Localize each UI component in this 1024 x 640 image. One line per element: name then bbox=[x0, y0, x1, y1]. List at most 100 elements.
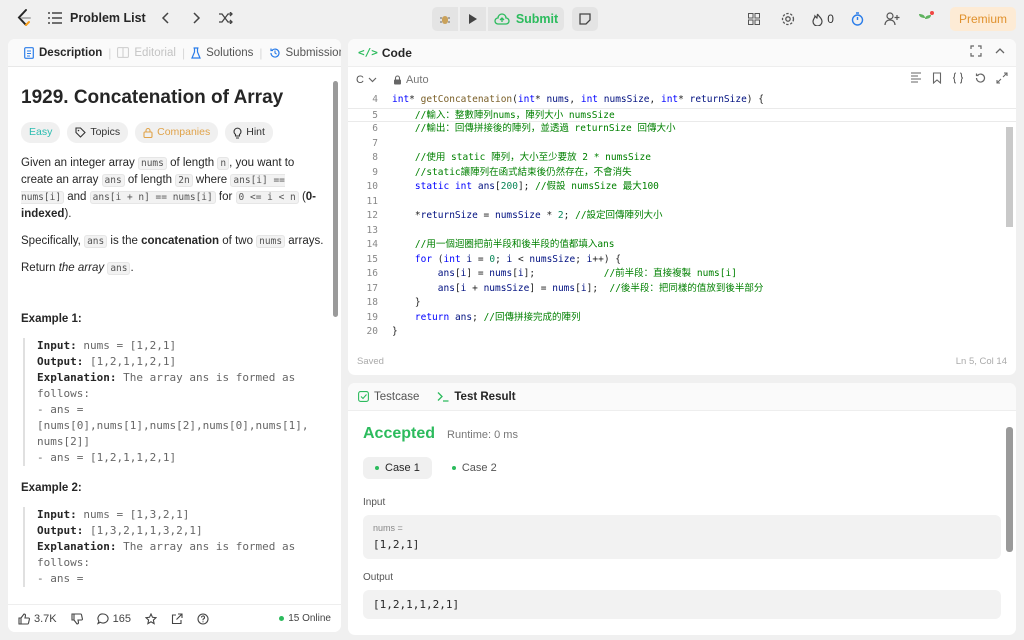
tab-description[interactable]: Description bbox=[18, 47, 108, 59]
code-line[interactable]: 7 bbox=[348, 137, 1016, 152]
editor-scrollbar[interactable] bbox=[1006, 127, 1013, 227]
prev-problem-icon[interactable] bbox=[156, 8, 176, 28]
case-tab-1[interactable]: Case 1 bbox=[363, 457, 432, 479]
list-icon bbox=[48, 12, 62, 24]
code-line[interactable]: 9 //static讓陣列在函式結束後仍然存在，不會消失 bbox=[348, 166, 1016, 181]
shuffle-icon[interactable] bbox=[216, 8, 236, 28]
run-button[interactable] bbox=[460, 7, 486, 31]
code-text[interactable] bbox=[378, 224, 392, 239]
example-1-block: Input: nums = [1,2,1] Output: [1,2,1,1,2… bbox=[23, 338, 328, 466]
code-line[interactable]: 16 ans[i] = nums[i]; //前半段：直接複製 nums[i] bbox=[348, 267, 1016, 282]
code-text[interactable]: static int ans[200]; //假設 numsSize 最大100 bbox=[378, 180, 659, 195]
fullscreen-exit-icon[interactable] bbox=[996, 72, 1008, 84]
code-line[interactable]: 6 //輸出：回傳拼接後的陣列，並透過 returnSize 回傳大小 bbox=[348, 122, 1016, 137]
tab-testcase[interactable]: Testcase bbox=[358, 391, 419, 403]
like-button[interactable]: 3.7K bbox=[18, 613, 57, 625]
line-number: 11 bbox=[366, 195, 378, 207]
code-line[interactable]: 17 ans[i + numsSize] = nums[i]; //後半段：把同… bbox=[348, 282, 1016, 297]
code-text[interactable]: //使用 static 陣列，大小至少要放 2 * numsSize bbox=[378, 151, 651, 166]
code-text[interactable]: return ans; //回傳拼接完成的陣列 bbox=[378, 311, 581, 326]
leetcode-logo-icon[interactable] bbox=[14, 8, 34, 28]
reset-icon[interactable] bbox=[974, 72, 986, 84]
input-label: Input: bbox=[37, 508, 77, 521]
code-text[interactable]: //輸出：回傳拼接後的陣列，並透過 returnSize 回傳大小 bbox=[378, 122, 676, 137]
code-text[interactable]: //輸入：整數陣列nums，陣列大小 numsSize bbox=[378, 109, 615, 122]
output-label: Output: bbox=[37, 524, 84, 537]
code-line[interactable]: 18 } bbox=[348, 296, 1016, 311]
like-count: 3.7K bbox=[34, 612, 57, 625]
code-text[interactable]: //用一個迴圈把前半段和後半段的值都填入ans bbox=[378, 238, 615, 253]
code-line[interactable]: 5 //輸入：整數陣列nums，陣列大小 numsSize bbox=[348, 107, 1016, 122]
streak-counter[interactable]: 0 bbox=[812, 12, 834, 26]
help-button[interactable] bbox=[197, 612, 209, 625]
tab-code[interactable]: </> Code bbox=[358, 46, 412, 60]
description-paragraph: Specifically, ans is the concatenation o… bbox=[21, 233, 328, 250]
plant-notification-icon[interactable] bbox=[916, 9, 936, 29]
collapse-chevron-icon[interactable] bbox=[994, 45, 1006, 57]
topics-tag[interactable]: Topics bbox=[67, 122, 129, 143]
editor-toolbar-actions bbox=[910, 72, 1008, 84]
layout-icon[interactable] bbox=[744, 9, 764, 29]
tab-code-label: Code bbox=[381, 45, 412, 60]
comments-button[interactable]: 165 bbox=[96, 613, 131, 625]
code-line[interactable]: 13 bbox=[348, 224, 1016, 239]
line-number: 18 bbox=[366, 297, 378, 308]
submit-button[interactable]: Submit bbox=[488, 7, 564, 31]
settings-gear-icon[interactable] bbox=[778, 9, 798, 29]
code-text[interactable]: //static讓陣列在函式結束後仍然存在，不會消失 bbox=[378, 166, 632, 181]
code-line[interactable]: 15 for (int i = 0; i < numsSize; i++) { bbox=[348, 253, 1016, 268]
code-line[interactable]: 20} bbox=[348, 325, 1016, 340]
code-text[interactable] bbox=[378, 195, 392, 210]
bookmark-icon[interactable] bbox=[932, 72, 942, 84]
tab-solutions[interactable]: Solutions bbox=[185, 47, 259, 59]
history-icon bbox=[269, 47, 281, 59]
case-tab-2[interactable]: Case 2 bbox=[440, 457, 509, 479]
description-scrollbar[interactable] bbox=[333, 81, 338, 317]
share-button[interactable] bbox=[171, 612, 183, 625]
code-line[interactable]: 14 //用一個迴圈把前半段和後半段的值都填入ans bbox=[348, 238, 1016, 253]
code-text[interactable]: ans[i + numsSize] = nums[i]; //後半段：把同樣的值… bbox=[378, 282, 764, 297]
example-2-heading: Example 2: bbox=[21, 482, 82, 494]
test-tabs: Testcase Test Result bbox=[348, 383, 1016, 411]
code-text[interactable] bbox=[378, 137, 392, 152]
code-line[interactable]: 12 *returnSize = numsSize * 2; //設定回傳陣列大… bbox=[348, 209, 1016, 224]
favorite-button[interactable] bbox=[145, 612, 157, 625]
code-text[interactable]: for (int i = 0; i < numsSize; i++) { bbox=[378, 253, 621, 268]
timer-icon[interactable] bbox=[848, 9, 868, 29]
companies-tag[interactable]: Companies bbox=[135, 122, 219, 143]
tab-test-result[interactable]: Test Result bbox=[437, 391, 516, 403]
debug-button[interactable] bbox=[432, 7, 458, 31]
code-text[interactable]: } bbox=[378, 296, 421, 311]
code-line[interactable]: 11 bbox=[348, 195, 1016, 210]
next-problem-icon[interactable] bbox=[186, 8, 206, 28]
code-text[interactable]: *returnSize = numsSize * 2; //設定回傳陣列大小 bbox=[378, 209, 663, 224]
language-select[interactable]: C bbox=[356, 74, 377, 86]
premium-button[interactable]: Premium bbox=[949, 7, 1016, 31]
code-line[interactable]: 10 static int ans[200]; //假設 numsSize 最大… bbox=[348, 180, 1016, 195]
add-friend-icon[interactable] bbox=[882, 9, 902, 29]
hint-tag[interactable]: Hint bbox=[225, 122, 273, 143]
notes-button[interactable] bbox=[572, 7, 598, 31]
code-editor[interactable]: 4 int* getConcatenation(int* nums, int nu… bbox=[348, 93, 1016, 340]
format-lines-icon[interactable] bbox=[910, 72, 922, 84]
dislike-button[interactable] bbox=[71, 612, 83, 625]
code-text[interactable]: } bbox=[378, 325, 398, 340]
text: ). bbox=[64, 208, 72, 220]
maximize-icon[interactable] bbox=[970, 45, 982, 57]
language-label: C bbox=[356, 74, 364, 86]
case-label: Case 1 bbox=[385, 462, 420, 474]
code-text[interactable]: int* getConcatenation(int* nums, int num… bbox=[378, 93, 764, 108]
tab-editorial[interactable]: Editorial bbox=[111, 47, 182, 59]
output-section-label: Output bbox=[363, 572, 394, 583]
code-line[interactable]: 8 //使用 static 陣列，大小至少要放 2 * numsSize bbox=[348, 151, 1016, 166]
example-output: [1,3,2,1,1,3,2,1] bbox=[83, 524, 203, 537]
code-line[interactable]: 4 int* getConcatenation(int* nums, int nu… bbox=[348, 93, 1016, 108]
test-result-scrollbar[interactable] bbox=[1006, 427, 1013, 552]
auto-mode-toggle[interactable]: Auto bbox=[393, 74, 429, 86]
code-line[interactable]: 19 return ans; //回傳拼接完成的陣列 bbox=[348, 311, 1016, 326]
braces-icon[interactable] bbox=[952, 72, 964, 84]
code-text[interactable]: ans[i] = nums[i]; //前半段：直接複製 nums[i] bbox=[378, 267, 737, 282]
input-label: Input: bbox=[37, 339, 77, 352]
tab-submissions[interactable]: Submissions bbox=[263, 47, 341, 59]
problem-list-button[interactable]: Problem List bbox=[48, 11, 146, 25]
